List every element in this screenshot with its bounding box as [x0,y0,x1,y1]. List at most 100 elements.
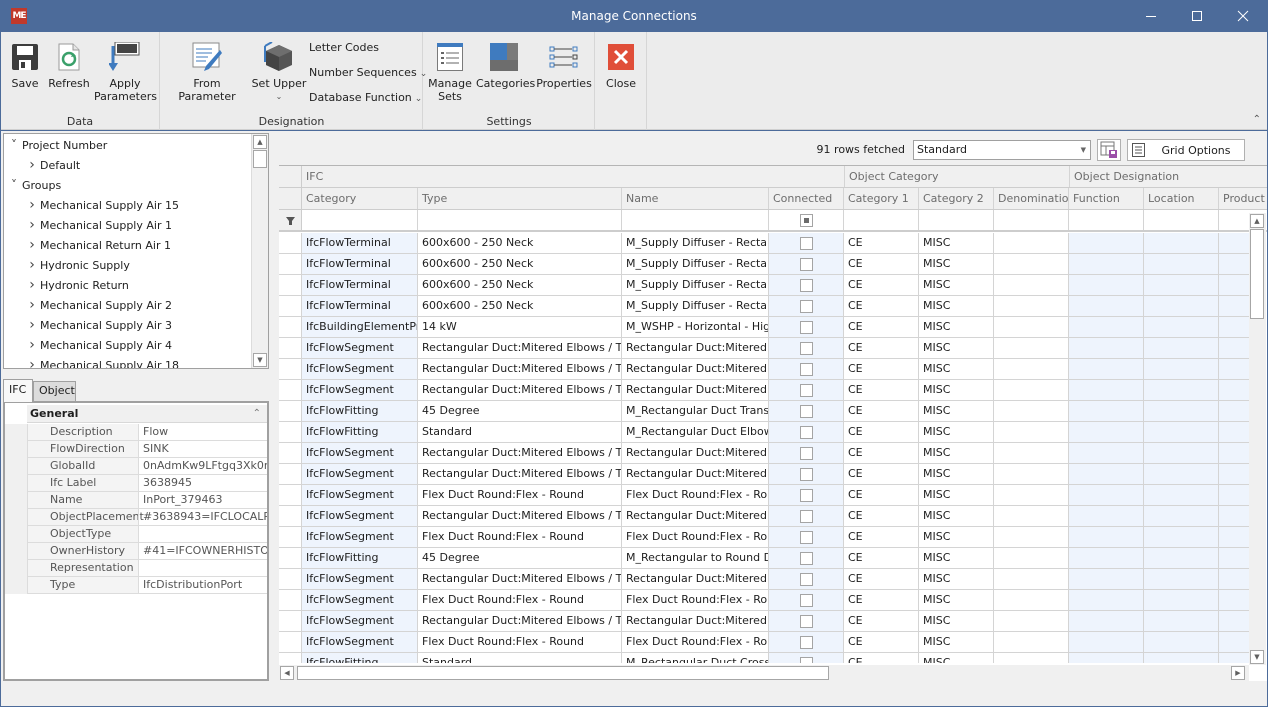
table-cell[interactable]: CE [844,506,919,526]
table-cell[interactable] [994,422,1069,442]
table-cell[interactable]: 600x600 - 250 Neck [418,254,622,274]
table-row[interactable]: IfcFlowSegment Rectangular Duct:Mitered E… [279,380,1249,401]
connected-checkbox[interactable] [800,342,813,355]
table-cell[interactable] [1144,569,1219,589]
row-indicator[interactable] [279,548,302,568]
table-cell[interactable]: Flex Duct Round:Flex - Round [418,485,622,505]
filter-icon[interactable] [279,210,302,230]
row-indicator[interactable] [279,254,302,274]
row-indicator[interactable] [279,275,302,295]
table-cell[interactable]: 45 Degree [418,401,622,421]
connected-filter-checkbox[interactable] [800,214,813,227]
connected-checkbox[interactable] [800,489,813,502]
table-cell[interactable]: IfcFlowFitting [302,653,418,663]
table-cell[interactable]: Standard [418,422,622,442]
table-cell[interactable] [1144,464,1219,484]
manage-sets-button[interactable]: Manage Sets [427,40,473,103]
table-cell[interactable]: MISC [919,569,994,589]
connected-checkbox[interactable] [800,636,813,649]
table-cell[interactable] [994,611,1069,631]
table-cell[interactable] [1144,401,1219,421]
table-row[interactable]: IfcFlowFitting 45 Degree M_Rectangular to … [279,548,1249,569]
row-indicator[interactable] [279,380,302,400]
chevron-right-icon[interactable]: › [24,315,40,335]
table-cell[interactable] [769,653,844,663]
table-row[interactable]: IfcFlowSegment Flex Duct Round:Flex - Rou… [279,527,1249,548]
table-cell[interactable] [1219,233,1249,253]
tree-item[interactable]: › Mechanical Supply Air 2 [24,295,172,315]
table-cell[interactable] [1219,443,1249,463]
table-cell[interactable] [1069,569,1144,589]
table-cell[interactable]: CE [844,422,919,442]
tree-item[interactable]: › Default [24,155,80,175]
table-cell[interactable]: Rectangular Duct:Mitered Elbows / Taps [418,611,622,631]
table-cell[interactable] [1219,548,1249,568]
row-indicator[interactable] [279,338,302,358]
table-cell[interactable]: M_Supply Diffuser - Recta... [622,254,769,274]
table-cell[interactable] [994,254,1069,274]
tab-object[interactable]: Object [33,381,76,401]
column-header[interactable]: Type [418,188,622,209]
table-cell[interactable]: MISC [919,317,994,337]
table-cell[interactable] [994,485,1069,505]
table-cell[interactable] [769,632,844,652]
table-cell[interactable] [1144,275,1219,295]
property-value[interactable] [138,560,267,577]
connected-checkbox[interactable] [800,552,813,565]
tree-item[interactable]: › Hydronic Return [24,275,129,295]
table-cell[interactable] [1219,401,1249,421]
scroll-left-icon[interactable]: ◀ [280,666,294,680]
scroll-down-icon[interactable]: ▼ [1250,650,1264,664]
table-cell[interactable] [1069,611,1144,631]
band-object-category[interactable]: Object Category [845,166,1070,187]
table-cell[interactable] [769,317,844,337]
table-row[interactable]: IfcFlowFitting Standard M_Rectangular Duct… [279,653,1249,663]
table-cell[interactable] [1219,506,1249,526]
table-cell[interactable]: Rectangular Duct:Mitered Elbows / Tees [418,443,622,463]
table-cell[interactable] [994,548,1069,568]
property-value[interactable]: #41=IFCOWNERHISTO... [138,543,267,560]
table-row[interactable]: IfcFlowTerminal 600x600 - 250 Neck M_Suppl… [279,296,1249,317]
table-cell[interactable] [1219,632,1249,652]
row-indicator[interactable] [279,632,302,652]
table-cell[interactable] [1219,296,1249,316]
table-cell[interactable]: CE [844,380,919,400]
table-cell[interactable] [1144,632,1219,652]
table-cell[interactable] [1144,338,1219,358]
table-cell[interactable] [1144,590,1219,610]
scroll-up-icon[interactable]: ▲ [1250,214,1264,228]
table-cell[interactable] [994,275,1069,295]
ribbon-collapse-button[interactable]: ⌃ [1253,114,1261,125]
column-header[interactable]: Connected [769,188,844,209]
table-cell[interactable] [1219,611,1249,631]
properties-button[interactable]: Properties [536,40,592,90]
table-cell[interactable] [994,464,1069,484]
property-value[interactable]: IfcDistributionPort [138,577,267,594]
table-row[interactable]: IfcFlowSegment Rectangular Duct:Mitered E… [279,506,1249,527]
table-cell[interactable] [769,275,844,295]
chevron-down-icon[interactable]: ˅ [6,175,22,195]
window-close-button[interactable] [1220,0,1266,32]
table-cell[interactable] [994,359,1069,379]
chevron-right-icon[interactable]: › [24,215,40,235]
table-cell[interactable]: Rectangular Duct:Mitered ... [622,443,769,463]
connected-checkbox[interactable] [800,594,813,607]
row-indicator[interactable] [279,653,302,663]
table-cell[interactable]: M_Supply Diffuser - Recta... [622,296,769,316]
connected-checkbox[interactable] [800,258,813,271]
table-cell[interactable]: MISC [919,548,994,568]
table-cell[interactable] [769,401,844,421]
scroll-up-icon[interactable]: ▲ [253,135,267,149]
table-cell[interactable] [994,296,1069,316]
grid-vertical-scrollbar[interactable]: ▲ ▼ [1249,213,1266,665]
table-cell[interactable]: Rectangular Duct:Mitered ... [622,569,769,589]
table-cell[interactable] [1069,590,1144,610]
table-cell[interactable]: CE [844,401,919,421]
table-cell[interactable] [1069,653,1144,663]
row-indicator[interactable] [279,569,302,589]
table-cell[interactable]: CE [844,443,919,463]
table-cell[interactable] [1069,359,1144,379]
table-cell[interactable] [1219,359,1249,379]
table-cell[interactable]: MISC [919,254,994,274]
filter-cell[interactable] [1144,210,1219,230]
